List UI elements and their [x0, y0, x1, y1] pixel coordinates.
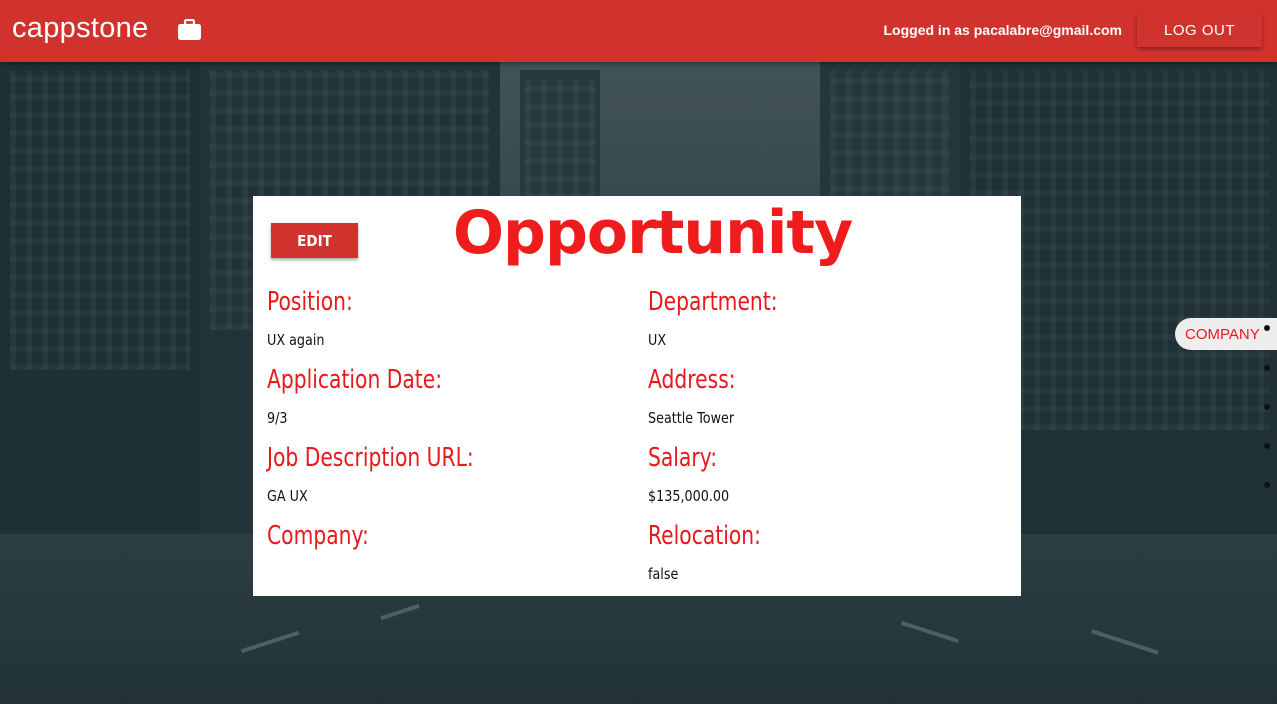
edit-button[interactable]: EDIT	[271, 223, 358, 258]
brand-logo[interactable]: cappstone	[12, 12, 149, 45]
login-prefix: Logged in as	[883, 22, 974, 38]
section-nav-dot-4[interactable]	[1264, 443, 1270, 449]
relocation-value: false	[648, 565, 679, 583]
briefcase-icon	[177, 18, 202, 41]
section-nav-label: COMPANY	[1185, 326, 1260, 343]
address-value: Seattle Tower	[648, 409, 735, 427]
department-value: UX	[648, 331, 667, 349]
department-label: Department:	[648, 287, 778, 317]
salary-label: Salary:	[648, 443, 718, 473]
position-label: Position:	[267, 287, 353, 317]
section-nav-tooltip[interactable]: COMPANY	[1175, 318, 1277, 350]
login-status: Logged in as pacalabre@gmail.com	[884, 22, 1123, 38]
section-nav-dot-5[interactable]	[1264, 482, 1270, 488]
section-nav-dot-1[interactable]	[1264, 325, 1270, 331]
company-label: Company:	[267, 521, 369, 551]
user-email: pacalabre@gmail.com	[973, 22, 1122, 38]
application-date-value: 9/3	[267, 409, 288, 427]
logout-button[interactable]: LOG OUT	[1137, 13, 1262, 47]
section-nav-dot-2[interactable]	[1264, 365, 1270, 371]
address-label: Address:	[648, 365, 736, 395]
salary-value: $135,000.00	[648, 487, 730, 505]
application-date-label: Application Date:	[267, 365, 443, 395]
job-description-url-label: Job Description URL:	[267, 443, 474, 473]
section-nav-dot-3[interactable]	[1264, 404, 1270, 410]
relocation-label: Relocation:	[648, 521, 761, 551]
position-value: UX again	[267, 331, 325, 349]
opportunity-card: EDIT Opportunity Position: UX again Depa…	[253, 196, 1021, 596]
job-description-url-value: GA UX	[267, 487, 308, 505]
top-navbar: cappstone Logged in as pacalabre@gmail.c…	[0, 0, 1277, 62]
page-title: Opportunity	[453, 198, 853, 268]
